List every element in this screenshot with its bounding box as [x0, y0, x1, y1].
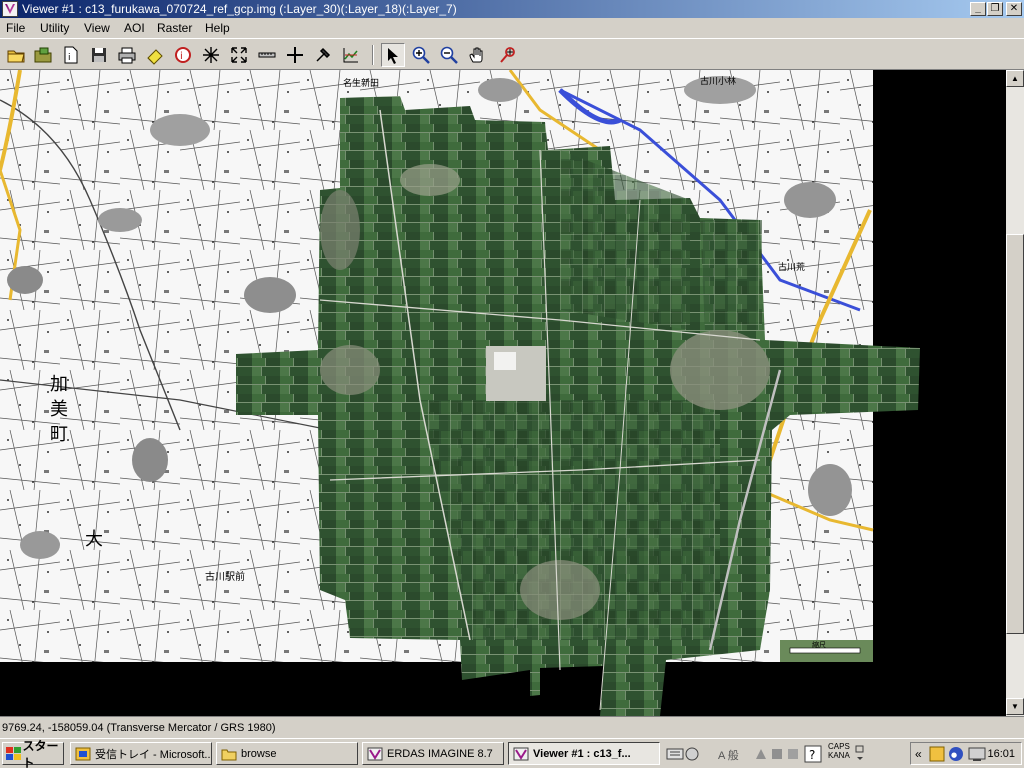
- task-browse-button[interactable]: browse: [216, 742, 358, 765]
- task-inbox-label: 受信トレイ - Microsoft...: [95, 748, 212, 761]
- map-canvas[interactable]: 縮尺 加 美 町 大 古川駅前 名生新田 古川小林 古川荒: [0, 70, 1006, 716]
- right-place-label-1: 古川小林: [700, 75, 736, 87]
- maximize-button[interactable]: ❐: [987, 2, 1003, 16]
- svg-text:i: i: [180, 51, 183, 62]
- select-arrow-icon[interactable]: [381, 43, 405, 67]
- start-label: スタート: [22, 738, 59, 768]
- menu-aoi[interactable]: AOI: [124, 21, 145, 35]
- erdas-app-icon[interactable]: [2, 1, 18, 17]
- profile-icon[interactable]: [339, 43, 363, 67]
- status-bar: 9769.24, -158059.04 (Transverse Mercator…: [0, 716, 1024, 738]
- menu-view[interactable]: View: [84, 21, 110, 35]
- taskbar: スタート 受信トレイ - Microsoft... browse ERDAS I…: [0, 738, 1024, 768]
- task-erdas-button[interactable]: ERDAS IMAGINE 8.7: [362, 742, 504, 765]
- menu-raster[interactable]: Raster: [157, 21, 192, 35]
- menu-bar: File Utility View AOI Raster Help: [0, 18, 1024, 38]
- scroll-up-icon[interactable]: ▲: [1006, 70, 1024, 87]
- menu-help[interactable]: Help: [205, 21, 230, 35]
- layer-info-icon[interactable]: i: [171, 43, 195, 67]
- kana-indicator: KANA: [828, 751, 850, 760]
- system-tray: « ● 16:01: [910, 742, 1022, 765]
- title-bar: Viewer #1 : c13_furukawa_070724_ref_gcp.…: [0, 0, 1024, 18]
- town-label-3: 町: [50, 424, 68, 445]
- scroll-down-icon[interactable]: ▼: [1006, 698, 1024, 715]
- toolbar: i i: [0, 38, 1024, 70]
- station-label: 古川駅前: [205, 570, 245, 583]
- task-viewer-button[interactable]: Viewer #1 : c13_f...: [508, 742, 660, 765]
- open-folder-icon[interactable]: [4, 43, 28, 67]
- town-label-1: 加: [50, 374, 68, 395]
- minimize-button[interactable]: _: [970, 2, 986, 16]
- svg-text:i: i: [68, 53, 71, 63]
- new-document-icon[interactable]: i: [59, 43, 83, 67]
- window-title: Viewer #1 : c13_furukawa_070724_ref_gcp.…: [22, 2, 457, 16]
- save-icon[interactable]: [87, 43, 111, 67]
- scroll-thumb[interactable]: [1006, 234, 1024, 634]
- right-place-label-2: 古川荒: [778, 261, 805, 273]
- reset-zoom-icon[interactable]: [199, 43, 223, 67]
- image-viewer[interactable]: 縮尺 加 美 町 大 古川駅前 名生新田 古川小林 古川荒: [0, 70, 1006, 716]
- viewer-icon: [513, 747, 529, 760]
- task-inbox-button[interactable]: 受信トレイ - Microsoft...: [70, 742, 212, 765]
- outlook-icon: [75, 747, 91, 760]
- svg-text:?: ?: [809, 748, 815, 762]
- ime-tools-icon[interactable]: [752, 745, 802, 763]
- task-browse-label: browse: [241, 747, 277, 760]
- clock: 16:01: [987, 748, 1015, 760]
- folder-icon: [221, 749, 237, 760]
- fit-icon[interactable]: [227, 43, 251, 67]
- open-layer-icon[interactable]: [31, 43, 55, 67]
- town-label-2: 美: [50, 399, 68, 420]
- top-place-label: 名生新田: [343, 77, 379, 89]
- task-erdas-label: ERDAS IMAGINE 8.7: [387, 747, 493, 760]
- windows-logo-icon: [6, 746, 21, 761]
- toolbar-separator: [372, 45, 374, 65]
- coordinate-readout: 9769.24, -158059.04 (Transverse Mercator…: [2, 722, 276, 734]
- ime-mode[interactable]: A 般: [718, 747, 739, 763]
- start-button[interactable]: スタート: [2, 739, 64, 768]
- scale-label: 縮尺: [812, 640, 826, 649]
- task-viewer-label: Viewer #1 : c13_f...: [533, 747, 631, 760]
- pan-hand-icon[interactable]: [465, 43, 489, 67]
- measure-icon[interactable]: [255, 43, 279, 67]
- tray-expand-chevron[interactable]: «: [915, 747, 922, 761]
- erdas-icon: [367, 747, 383, 760]
- vertical-scrollbar[interactable]: ▲ ▼: [1006, 70, 1024, 716]
- roam-icon[interactable]: [311, 43, 335, 67]
- language-bar-options-icon[interactable]: [854, 744, 866, 764]
- caps-indicator: CAPS: [828, 742, 850, 751]
- zoom-in-icon[interactable]: [409, 43, 433, 67]
- crosshair-icon[interactable]: [283, 43, 307, 67]
- print-icon[interactable]: [115, 43, 139, 67]
- eraser-icon[interactable]: [143, 43, 167, 67]
- menu-utility[interactable]: Utility: [40, 21, 69, 35]
- city-label: 大: [85, 529, 103, 550]
- zoom-out-icon[interactable]: [437, 43, 461, 67]
- svg-text:●: ●: [951, 751, 957, 759]
- close-button[interactable]: ✕: [1006, 2, 1022, 16]
- tray-icons[interactable]: ●: [929, 746, 989, 762]
- inquire-icon[interactable]: [496, 43, 520, 67]
- ime-keyboard-icon[interactable]: [666, 746, 702, 762]
- menu-file[interactable]: File: [6, 21, 25, 35]
- help-icon[interactable]: ?: [804, 745, 822, 763]
